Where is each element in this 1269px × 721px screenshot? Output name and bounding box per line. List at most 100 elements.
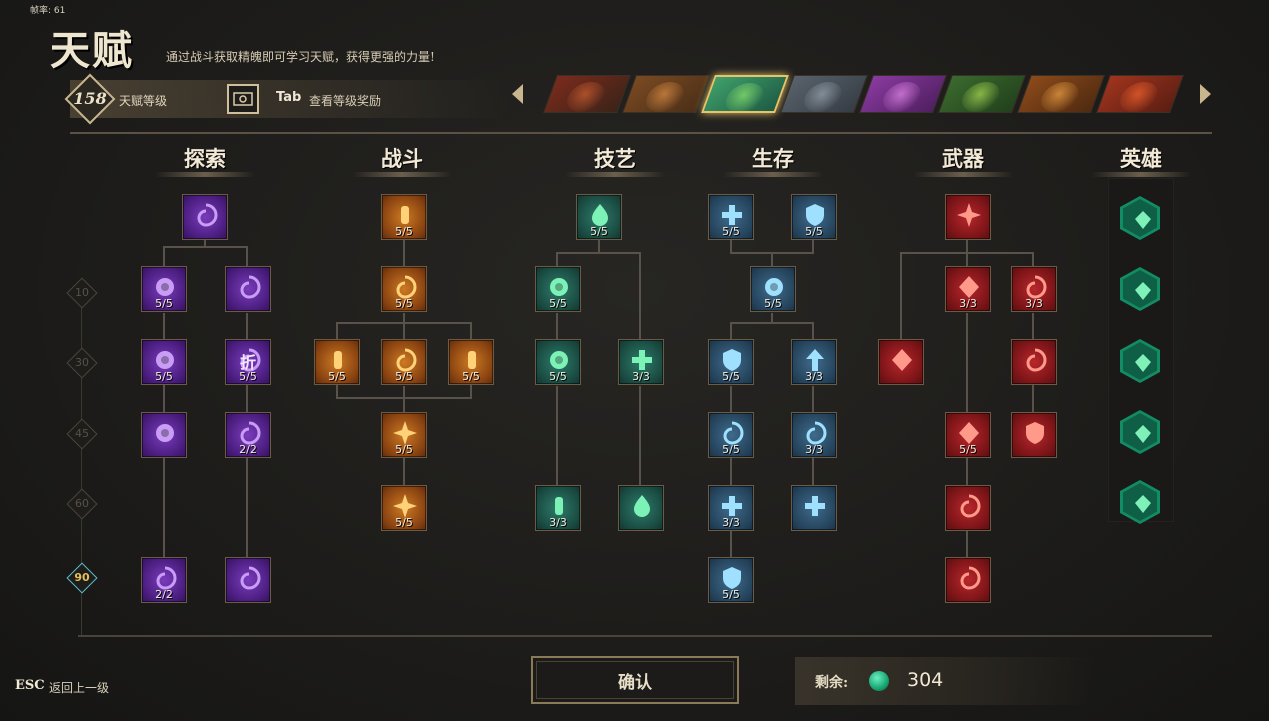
hero-prev-arrow[interactable] bbox=[512, 84, 523, 104]
talent-node-weapon[interactable]: 3/3 bbox=[1011, 266, 1057, 312]
talent-level-count: 5/5 bbox=[239, 370, 257, 383]
hero-face-icon bbox=[721, 83, 769, 113]
talent-node-explore[interactable] bbox=[225, 266, 271, 312]
talent-node-weapon[interactable] bbox=[945, 194, 991, 240]
talent-node-craft[interactable]: 5/5 bbox=[535, 339, 581, 385]
talent-node-craft[interactable]: 5/5 bbox=[535, 266, 581, 312]
talent-node-combat[interactable]: 5/5 bbox=[381, 485, 427, 531]
talent-node-survive[interactable]: 5/5 bbox=[750, 266, 796, 312]
talent-node-explore[interactable]: 5/5 bbox=[141, 266, 187, 312]
talent-node-combat[interactable]: 5/5 bbox=[448, 339, 494, 385]
talent-node-survive[interactable]: 5/5 bbox=[708, 557, 754, 603]
hero-portrait-8[interactable] bbox=[1096, 75, 1184, 113]
claw-icon bbox=[1135, 425, 1151, 443]
hero-talent-frame bbox=[1123, 413, 1157, 451]
confirm-button[interactable]: 确认 bbox=[531, 656, 739, 704]
talent-node-explore[interactable]: 5/5 bbox=[141, 339, 187, 385]
hero-talent-frame bbox=[1123, 342, 1157, 380]
hero-next-arrow[interactable] bbox=[1200, 84, 1211, 104]
rewards-icon[interactable] bbox=[227, 84, 259, 114]
view-rewards-link[interactable]: 查看等级奖励 bbox=[309, 92, 381, 109]
talent-level-count: 5/5 bbox=[722, 443, 740, 456]
cannon-icon bbox=[960, 566, 981, 590]
talent-node-survive[interactable]: 5/5 bbox=[791, 194, 837, 240]
talent-node-weapon[interactable] bbox=[945, 485, 991, 531]
crosshair-icon bbox=[957, 203, 981, 227]
talent-node-survive[interactable] bbox=[791, 485, 837, 531]
talent-level-count: 5/5 bbox=[395, 297, 413, 310]
diamond-icon bbox=[892, 349, 912, 371]
connector-line bbox=[403, 313, 405, 341]
talent-node-survive[interactable]: 3/3 bbox=[791, 412, 837, 458]
talent-level-count: 5/5 bbox=[805, 225, 823, 238]
talent-node-combat[interactable]: 5/5 bbox=[314, 339, 360, 385]
cloud-icon bbox=[1026, 348, 1047, 372]
talent-level-count: 3/3 bbox=[805, 443, 823, 456]
talent-node-survive[interactable]: 5/5 bbox=[708, 194, 754, 240]
hero-face-icon bbox=[1115, 82, 1163, 112]
bird-icon bbox=[1135, 211, 1151, 229]
connector-line bbox=[771, 313, 773, 323]
back-link[interactable]: 返回上一级 bbox=[49, 679, 109, 696]
talent-level-count: 5/5 bbox=[328, 370, 346, 383]
hero-face-icon bbox=[957, 82, 1005, 112]
hex-gem-icon bbox=[1135, 354, 1151, 372]
hero-portrait-3[interactable] bbox=[701, 75, 789, 113]
talent-node-weapon[interactable] bbox=[945, 557, 991, 603]
talent-node-craft[interactable]: 5/5 bbox=[576, 194, 622, 240]
column-heading-5: 武器 bbox=[903, 143, 1023, 177]
column-heading-4: 生存 bbox=[713, 143, 833, 177]
talent-node-survive[interactable]: 3/3 bbox=[791, 339, 837, 385]
talent-node-weapon[interactable]: 5/5 bbox=[945, 412, 991, 458]
talent-node-combat[interactable]: 5/5 bbox=[381, 266, 427, 312]
hero-portrait-5[interactable] bbox=[859, 75, 947, 113]
soul-gem-icon bbox=[869, 671, 889, 691]
connector-line bbox=[163, 246, 248, 248]
talent-node-combat[interactable]: 5/5 bbox=[381, 412, 427, 458]
hero-portrait-6[interactable] bbox=[938, 75, 1026, 113]
talent-node-survive[interactable]: 5/5 bbox=[708, 339, 754, 385]
header-divider bbox=[70, 132, 1212, 134]
talent-node-craft[interactable]: 3/3 bbox=[618, 339, 664, 385]
talent-node-explore[interactable] bbox=[225, 557, 271, 603]
connector-line bbox=[556, 386, 558, 486]
talent-node-survive[interactable]: 3/3 bbox=[708, 485, 754, 531]
talent-node-combat[interactable]: 5/5 bbox=[381, 194, 427, 240]
hero-portrait-2[interactable] bbox=[622, 75, 710, 113]
leaf-icon bbox=[1135, 495, 1151, 513]
column-heading-2: 战斗 bbox=[342, 143, 462, 177]
talent-node-explore[interactable] bbox=[182, 194, 228, 240]
talent-level-count: 5/5 bbox=[959, 443, 977, 456]
coin-glow-icon bbox=[156, 424, 174, 442]
talent-node-explore[interactable]: 2/2 bbox=[141, 557, 187, 603]
tier-label: 10 bbox=[75, 286, 89, 299]
talent-node-weapon[interactable] bbox=[878, 339, 924, 385]
talent-node-combat[interactable]: 5/5 bbox=[381, 339, 427, 385]
talent-node-explore[interactable]: 折 5/5 bbox=[225, 339, 271, 385]
talent-level-count: 5/5 bbox=[395, 370, 413, 383]
connector-line bbox=[556, 313, 558, 341]
talent-level-count: 5/5 bbox=[722, 588, 740, 601]
talent-node-weapon[interactable]: 3/3 bbox=[945, 266, 991, 312]
talent-level-count: 5/5 bbox=[590, 225, 608, 238]
level-label: 天赋等级 bbox=[119, 94, 168, 108]
talent-node-craft[interactable] bbox=[618, 485, 664, 531]
shield-up-icon bbox=[1026, 422, 1044, 444]
talent-node-survive[interactable]: 5/5 bbox=[708, 412, 754, 458]
talent-node-weapon[interactable] bbox=[1011, 339, 1057, 385]
talent-node-explore[interactable] bbox=[141, 412, 187, 458]
talent-node-craft[interactable]: 3/3 bbox=[535, 485, 581, 531]
talent-level-count: 3/3 bbox=[805, 370, 823, 383]
hero-portrait-7[interactable] bbox=[1017, 75, 1105, 113]
talent-node-weapon[interactable] bbox=[1011, 412, 1057, 458]
page-title: 天赋 bbox=[50, 27, 134, 74]
talent-level-count: 5/5 bbox=[549, 297, 567, 310]
anvil-icon bbox=[960, 494, 981, 518]
talent-node-explore[interactable]: 2/2 bbox=[225, 412, 271, 458]
hero-talent-frame bbox=[1123, 199, 1157, 237]
hero-portrait-4[interactable] bbox=[780, 75, 868, 113]
connector-line bbox=[900, 252, 902, 340]
hero-face-icon bbox=[799, 82, 847, 112]
tier-label: 30 bbox=[75, 356, 89, 369]
hero-portrait-1[interactable] bbox=[543, 75, 631, 113]
